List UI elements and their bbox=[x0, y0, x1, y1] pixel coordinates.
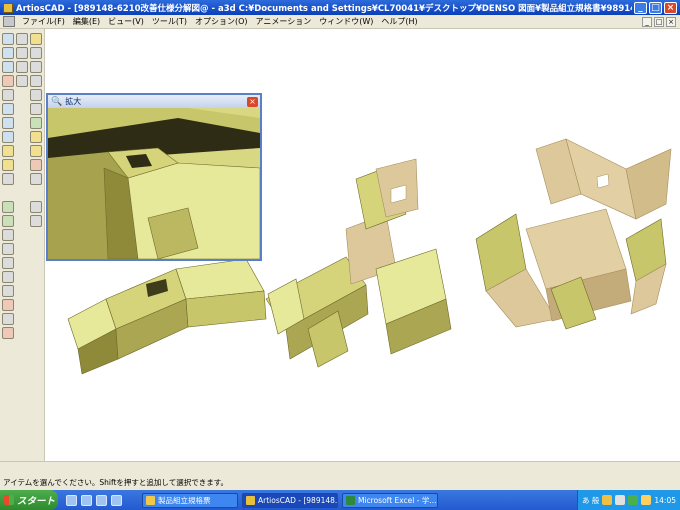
task-excel[interactable]: Microsoft Excel - 学... bbox=[342, 492, 438, 508]
tool-g-icon[interactable] bbox=[2, 257, 14, 269]
zoom-window-icon[interactable] bbox=[2, 61, 14, 73]
system-tray: あ 般 14:05 bbox=[576, 490, 680, 510]
zoom-window-title: 拡大 bbox=[65, 97, 82, 106]
light-icon[interactable] bbox=[2, 145, 14, 157]
zoomed-carton-detail bbox=[48, 108, 260, 259]
task-label: ArtiosCAD - [989148... bbox=[258, 495, 338, 505]
tool-d-icon[interactable] bbox=[30, 215, 42, 227]
artioscad-app-icon[interactable] bbox=[3, 2, 13, 13]
layers-icon[interactable] bbox=[30, 89, 42, 101]
frame-icon[interactable] bbox=[2, 131, 14, 143]
orbit-icon[interactable] bbox=[2, 117, 14, 129]
sun-icon[interactable] bbox=[2, 159, 14, 171]
tool-e-icon[interactable] bbox=[2, 229, 14, 241]
windows-taskbar: スタート 製品組立規格票 ArtiosCAD - [989148... Micr… bbox=[0, 490, 680, 510]
document-window-controls: _ □ × bbox=[642, 16, 676, 27]
tool-l-icon[interactable] bbox=[2, 327, 14, 339]
zoom-window-close-button[interactable]: × bbox=[247, 96, 258, 107]
tray-tool-icon[interactable] bbox=[615, 495, 626, 505]
task-folder[interactable]: 製品組立規格票 bbox=[142, 492, 238, 508]
tool-palette bbox=[0, 29, 45, 461]
ime-indicator[interactable]: あ 般 bbox=[582, 495, 599, 506]
menu-tools[interactable]: ツール(T) bbox=[148, 16, 191, 27]
menu-options[interactable]: オプション(O) bbox=[191, 16, 252, 27]
carton-model-right bbox=[475, 138, 672, 330]
doc-minimize-button[interactable]: _ bbox=[642, 16, 652, 27]
windows-flag-icon bbox=[4, 495, 14, 505]
tool-f-icon[interactable] bbox=[2, 243, 14, 255]
grid-icon[interactable] bbox=[16, 61, 28, 73]
tool-c-icon[interactable] bbox=[2, 215, 14, 227]
volume-icon[interactable] bbox=[641, 495, 652, 505]
tool-b-icon[interactable] bbox=[30, 201, 42, 213]
fold-icon[interactable] bbox=[16, 75, 28, 87]
tool-a-icon[interactable] bbox=[2, 201, 14, 213]
tray-app-icon[interactable] bbox=[602, 495, 613, 505]
doc-restore-button[interactable]: □ bbox=[654, 16, 664, 27]
maximize-button[interactable]: □ bbox=[649, 1, 662, 14]
tool-j-icon[interactable] bbox=[2, 299, 14, 311]
camera-icon[interactable] bbox=[2, 173, 14, 185]
excel-icon bbox=[346, 495, 355, 505]
minimize-button[interactable]: _ bbox=[634, 1, 647, 14]
render-icon[interactable] bbox=[30, 159, 42, 171]
network-icon[interactable] bbox=[628, 495, 639, 505]
tool-h-icon[interactable] bbox=[2, 271, 14, 283]
media-icon[interactable] bbox=[111, 494, 122, 506]
menu-animation[interactable]: アニメーション bbox=[252, 16, 316, 27]
zoom-out-icon[interactable] bbox=[2, 47, 14, 59]
carton-model-middle bbox=[265, 158, 452, 368]
cube-icon[interactable] bbox=[30, 47, 42, 59]
document-icon[interactable] bbox=[3, 16, 15, 27]
menu-view[interactable]: ビュー(V) bbox=[104, 16, 148, 27]
tool-k-icon[interactable] bbox=[2, 313, 14, 325]
status-text: アイテムを選んでください。Shiftを押すと追加して選択できます。 bbox=[3, 478, 228, 487]
menu-edit[interactable]: 編集(E) bbox=[69, 16, 104, 27]
pour-icon[interactable] bbox=[30, 131, 42, 143]
carton-model-left bbox=[67, 258, 267, 375]
fill-icon[interactable] bbox=[30, 145, 42, 157]
page-icon[interactable] bbox=[30, 103, 42, 115]
box-view-icon[interactable] bbox=[30, 33, 42, 45]
menu-bar: ファイル(F) 編集(E) ビュー(V) ツール(T) オプション(O) アニメ… bbox=[0, 15, 680, 29]
zoom-window-view[interactable] bbox=[48, 108, 260, 259]
cube-outline-icon[interactable] bbox=[30, 61, 42, 73]
clock: 14:05 bbox=[654, 495, 676, 505]
box-open-icon[interactable] bbox=[30, 75, 42, 87]
task-label: Microsoft Excel - 学... bbox=[358, 495, 437, 505]
tool-i-icon[interactable] bbox=[2, 285, 14, 297]
zoom-window-titlebar[interactable]: 🔍 拡大 × bbox=[48, 95, 260, 108]
artioscad-icon bbox=[246, 495, 255, 505]
fit-icon[interactable] bbox=[2, 75, 14, 87]
menu-window[interactable]: ウィンドウ(W) bbox=[315, 16, 377, 27]
window-title: ArtiosCAD - [989148-6210改善仕様分解図@ - a3d C… bbox=[16, 3, 632, 14]
folder-icon bbox=[146, 495, 155, 505]
show-desktop-icon[interactable] bbox=[96, 494, 107, 506]
start-label: スタート bbox=[17, 496, 56, 507]
close-button[interactable]: × bbox=[664, 1, 677, 14]
quick-launch bbox=[66, 494, 138, 506]
task-label: 製品組立規格票 bbox=[158, 495, 211, 505]
magnifier-icon: 🔍 bbox=[51, 96, 63, 107]
select-icon[interactable] bbox=[16, 47, 28, 59]
eye-icon[interactable] bbox=[2, 103, 14, 115]
figure-icon[interactable] bbox=[30, 117, 42, 129]
doc-close-button[interactable]: × bbox=[666, 16, 676, 27]
status-bar: アイテムを選んでください。Shiftを押すと追加して選択できます。 bbox=[0, 461, 680, 490]
zoom-window[interactable]: 🔍 拡大 × bbox=[46, 93, 262, 261]
menu-help[interactable]: ヘルプ(H) bbox=[377, 16, 421, 27]
window-titlebar: ArtiosCAD - [989148-6210改善仕様分解図@ - a3d C… bbox=[0, 0, 680, 15]
zoom-in-icon[interactable] bbox=[2, 33, 14, 45]
menu-file[interactable]: ファイル(F) bbox=[18, 16, 69, 27]
outlook-icon[interactable] bbox=[81, 494, 92, 506]
ie-icon[interactable] bbox=[66, 494, 77, 506]
pan-icon[interactable] bbox=[16, 33, 28, 45]
scene-icon[interactable] bbox=[30, 173, 42, 185]
rotate-icon[interactable] bbox=[2, 89, 14, 101]
task-artioscad[interactable]: ArtiosCAD - [989148... bbox=[242, 492, 338, 508]
start-button[interactable]: スタート bbox=[0, 490, 58, 510]
